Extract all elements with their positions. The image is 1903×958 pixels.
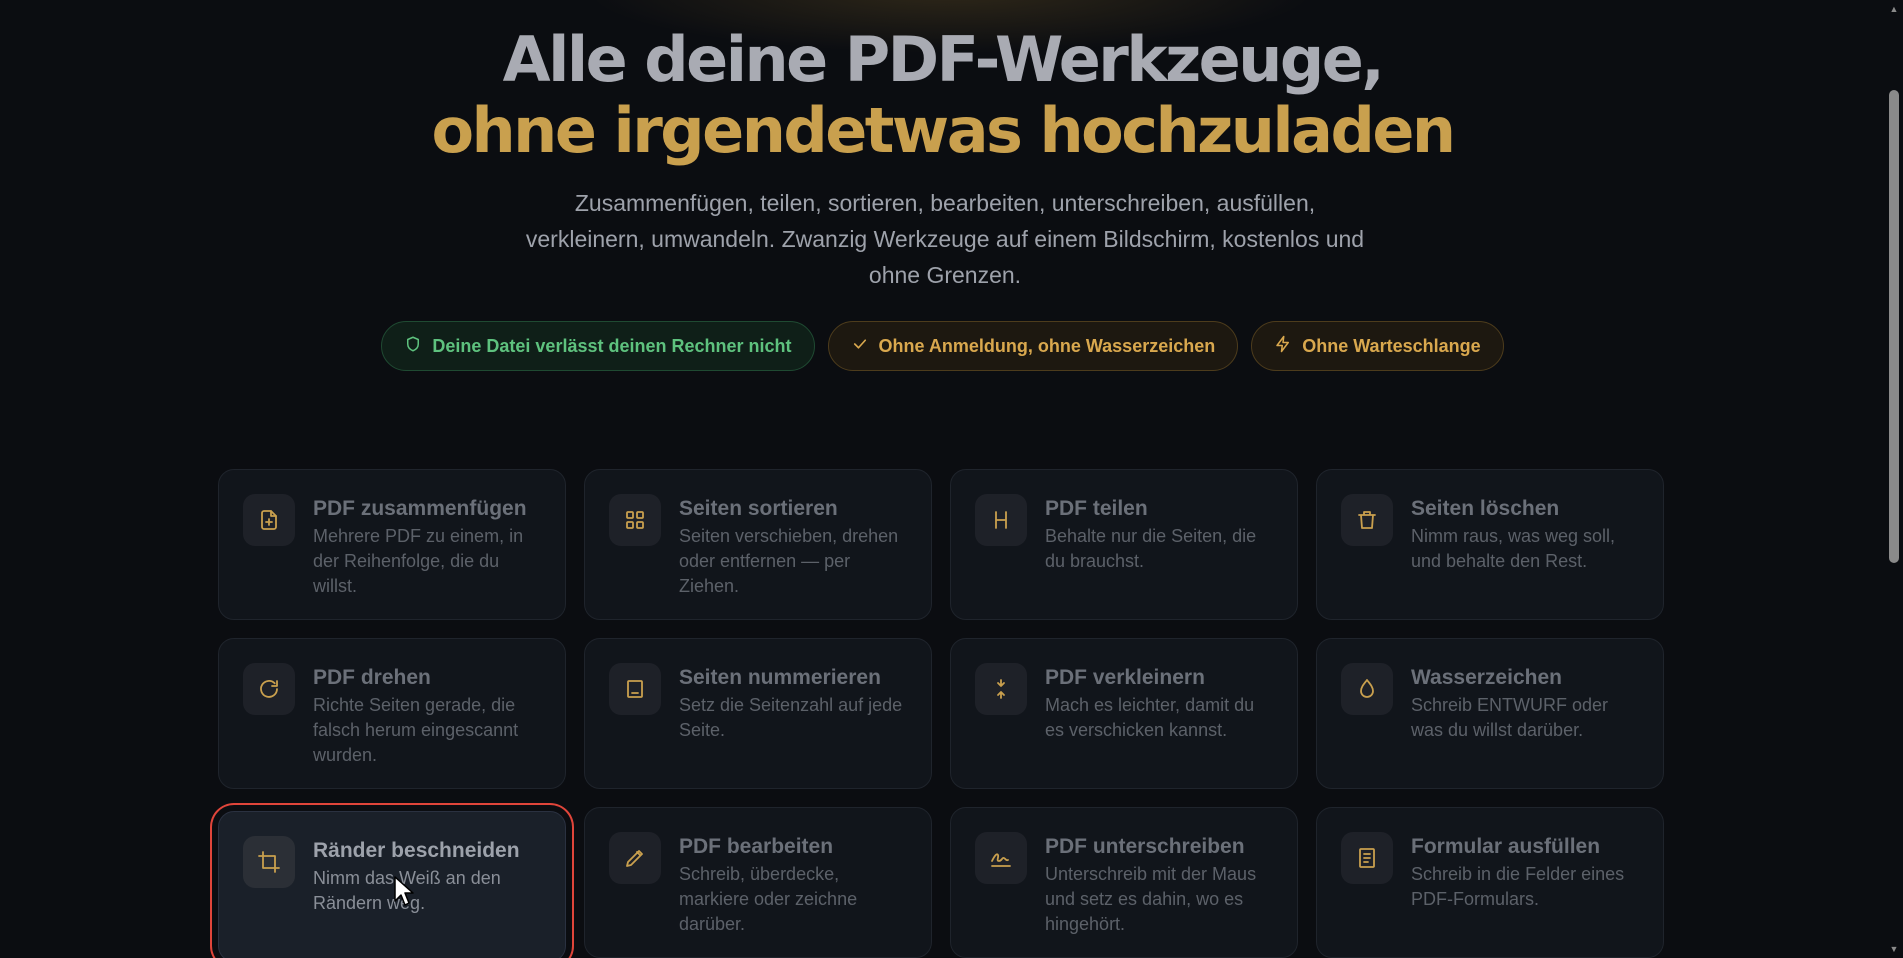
tool-description: Seiten verschieben, drehen oder entferne… bbox=[679, 526, 899, 596]
file-plus-icon bbox=[243, 494, 295, 546]
tool-card-rotate[interactable]: PDF drehen Richte Seiten gerade, die fal… bbox=[218, 638, 566, 789]
tool-card-edit[interactable]: PDF bearbeiten Schreib, überdecke, marki… bbox=[584, 807, 932, 958]
hero-subtitle: Zusammenfügen, teilen, sortieren, bearbe… bbox=[525, 190, 1365, 288]
scroll-down-arrow-icon[interactable]: ▼ bbox=[1889, 944, 1899, 954]
feature-badges: Deine Datei verlässt deinen Rechner nich… bbox=[0, 321, 1885, 371]
mouse-cursor-icon bbox=[394, 876, 414, 906]
tool-description: Nimm das Weiß an den Rändern weg. bbox=[313, 868, 501, 913]
badge-no-queue: Ohne Warteschlange bbox=[1251, 321, 1504, 371]
tool-title: Seiten löschen bbox=[1411, 497, 1560, 520]
signature-icon bbox=[975, 832, 1027, 884]
tool-title: PDF teilen bbox=[1045, 497, 1148, 520]
tool-description: Schreib in die Felder eines PDF-Formular… bbox=[1411, 864, 1625, 909]
tool-description: Mehrere PDF zu einem, in der Reihenfolge… bbox=[313, 526, 524, 596]
tool-card-merge[interactable]: PDF zusammenfügen Mehrere PDF zu einem, … bbox=[218, 469, 566, 620]
tool-card-compress[interactable]: PDF verkleinern Mach es leichter, damit … bbox=[950, 638, 1298, 789]
scroll-thumb[interactable] bbox=[1889, 90, 1899, 563]
tool-title: Wasserzeichen bbox=[1411, 666, 1562, 689]
pencil-icon bbox=[609, 832, 661, 884]
tool-card-split[interactable]: PDF teilen Behalte nur die Seiten, die d… bbox=[950, 469, 1298, 620]
tool-title: PDF bearbeiten bbox=[679, 835, 834, 858]
tool-card-delete-pages[interactable]: Seiten löschen Nimm raus, was weg soll, … bbox=[1316, 469, 1664, 620]
tool-title: Ränder beschneiden bbox=[313, 839, 520, 862]
tool-title: PDF zusammenfügen bbox=[313, 497, 527, 520]
trash-icon bbox=[1341, 494, 1393, 546]
tool-description: Mach es leichter, damit du es verschicke… bbox=[1045, 695, 1255, 740]
badge-local-processing: Deine Datei verlässt deinen Rechner nich… bbox=[381, 321, 815, 371]
grid-icon bbox=[609, 494, 661, 546]
tool-title: PDF verkleinern bbox=[1045, 666, 1205, 689]
tool-title: PDF unterschreiben bbox=[1045, 835, 1245, 858]
badge-label: Deine Datei verlässt deinen Rechner nich… bbox=[432, 335, 792, 356]
page-number-icon bbox=[609, 663, 661, 715]
compress-icon bbox=[975, 663, 1027, 715]
tool-card-sort[interactable]: Seiten sortieren Seiten verschieben, dre… bbox=[584, 469, 932, 620]
tool-description: Behalte nur die Seiten, die du brauchst. bbox=[1045, 526, 1257, 571]
tool-card-sign[interactable]: PDF unterschreiben Unterschreib mit der … bbox=[950, 807, 1298, 958]
tool-description: Richte Seiten gerade, die falsch herum e… bbox=[313, 695, 519, 765]
split-icon bbox=[975, 494, 1027, 546]
tool-title: PDF drehen bbox=[313, 666, 431, 689]
tool-card-page-numbers[interactable]: Seiten nummerieren Setz die Seitenzahl a… bbox=[584, 638, 932, 789]
tool-description: Unterschreib mit der Maus und setz es da… bbox=[1045, 864, 1257, 934]
lightning-icon bbox=[1274, 335, 1292, 358]
shield-icon bbox=[404, 335, 422, 358]
badge-label: Ohne Warteschlange bbox=[1302, 335, 1481, 356]
droplet-icon bbox=[1341, 663, 1393, 715]
badge-no-signup: Ohne Anmeldung, ohne Wasserzeichen bbox=[827, 321, 1239, 371]
crop-icon bbox=[243, 836, 295, 888]
tool-description: Nimm raus, was weg soll, und behalte den… bbox=[1411, 526, 1616, 571]
scroll-up-arrow-icon[interactable]: ▲ bbox=[1889, 4, 1899, 14]
rotate-icon bbox=[243, 663, 295, 715]
tool-title: Formular ausfüllen bbox=[1411, 835, 1601, 858]
tools-grid: PDF zusammenfügen Mehrere PDF zu einem, … bbox=[218, 469, 1664, 958]
page-scrollbar[interactable]: ▲ ▼ bbox=[1885, 0, 1903, 958]
check-icon bbox=[851, 335, 869, 358]
badge-label: Ohne Anmeldung, ohne Wasserzeichen bbox=[878, 335, 1216, 356]
tool-title: Seiten nummerieren bbox=[679, 666, 881, 689]
tool-title: Seiten sortieren bbox=[679, 497, 838, 520]
hero-title-line1: Alle deine PDF-Werkzeuge, bbox=[502, 23, 1385, 96]
tool-description: Setz die Seitenzahl auf jede Seite. bbox=[679, 695, 903, 740]
tool-description: Schreib, überdecke, markiere oder zeichn… bbox=[679, 864, 858, 934]
form-icon bbox=[1341, 832, 1393, 884]
tool-card-crop[interactable]: Ränder beschneiden Nimm das Weiß an den … bbox=[218, 811, 566, 958]
hero-title-line2: ohne irgendetwas hochzuladen bbox=[431, 94, 1456, 167]
tool-card-fill-form[interactable]: Formular ausfüllen Schreib in die Felder… bbox=[1316, 807, 1664, 958]
tool-card-watermark[interactable]: Wasserzeichen Schreib ENTWURF oder was d… bbox=[1316, 638, 1664, 789]
tool-description: Schreib ENTWURF oder was du willst darüb… bbox=[1411, 695, 1609, 740]
